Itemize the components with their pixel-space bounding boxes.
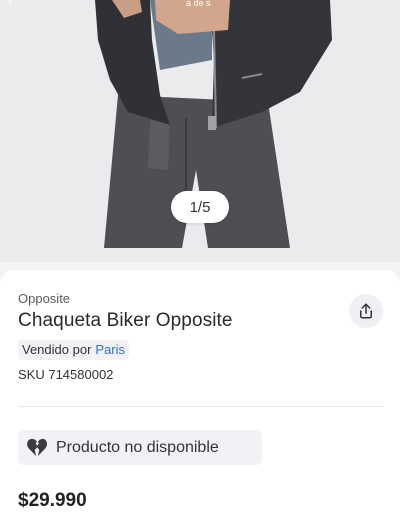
share-button[interactable]: [349, 294, 383, 328]
share-icon: [360, 303, 372, 319]
product-image-gallery[interactable]: a de s ‹ 1/5: [0, 0, 400, 262]
product-title: Chaqueta Biker Opposite: [18, 310, 233, 331]
availability-badge: Producto no disponible: [18, 430, 262, 465]
seller-link[interactable]: Paris: [95, 340, 125, 360]
divider: [18, 406, 384, 407]
product-sku: SKU 714580002: [18, 367, 114, 382]
seller-badge: Vendido por Paris: [18, 340, 130, 360]
svg-text:a de s: a de s: [186, 0, 211, 8]
image-counter: 1/5: [171, 191, 229, 223]
chevron-left-icon[interactable]: ‹: [8, 0, 22, 8]
product-info-card: Opposite Chaqueta Biker Opposite Vendido…: [0, 270, 400, 518]
seller-prefix: Vendido por: [22, 342, 92, 357]
broken-heart-icon: [27, 438, 48, 456]
product-price: $29.990: [18, 490, 87, 511]
product-page: a de s ‹ 1/5 Opposite Chaqueta Biker Opp…: [0, 0, 400, 518]
product-brand[interactable]: Opposite: [18, 291, 70, 306]
availability-label: Producto no disponible: [56, 438, 219, 456]
